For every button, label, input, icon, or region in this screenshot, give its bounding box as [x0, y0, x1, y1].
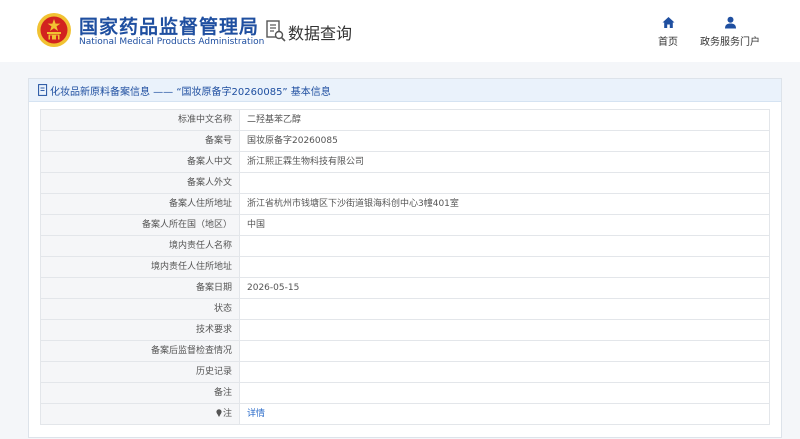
record-panel: 化妆品新原料备案信息 —— “国妆原备字20260085” 基本信息 标准中文名…: [28, 78, 782, 438]
home-icon: [662, 17, 674, 28]
table-row: 标准中文名称 二羟基苯乙醇: [40, 109, 770, 131]
site-header: 国家药品监督管理局 National Medical Products Admi…: [0, 0, 800, 62]
field-label: 备案人外文: [40, 172, 240, 194]
field-label: 备案人所在国（地区）: [40, 214, 240, 236]
field-value: 国妆原备字20260085: [239, 130, 770, 152]
pin-icon: [216, 409, 222, 417]
nav-home-label: 首页: [658, 37, 678, 48]
field-label: 备案号: [40, 130, 240, 152]
field-label: 境内责任人住所地址: [40, 256, 240, 278]
field-label: 备注: [40, 382, 240, 404]
logo-title-en: National Medical Products Administration: [79, 37, 265, 47]
field-value: [239, 319, 770, 341]
note-value-cell: 详情: [239, 403, 770, 425]
field-value: [239, 235, 770, 257]
field-value: [239, 382, 770, 404]
field-label: 历史记录: [40, 361, 240, 383]
logo-title-cn: 国家药品监督管理局: [79, 16, 260, 38]
nav-portal-link[interactable]: 政务服务门户: [700, 16, 760, 48]
section-title: 数据查询: [288, 24, 353, 43]
table-row: 备案人中文 浙江熙正霖生物科技有限公司: [40, 151, 770, 173]
field-label: 备案日期: [40, 277, 240, 299]
note-label: 注: [222, 409, 232, 419]
field-label: 境内责任人名称: [40, 235, 240, 257]
field-label: 备案后监督检查情况: [40, 340, 240, 362]
panel-title: 化妆品新原料备案信息 —— “国妆原备字20260085” 基本信息: [50, 87, 331, 98]
field-label: 技术要求: [40, 319, 240, 341]
table-row: 备案后监督检查情况: [40, 340, 770, 362]
table-row: 状态: [40, 298, 770, 320]
field-value: [239, 298, 770, 320]
field-label: 状态: [40, 298, 240, 320]
panel-title-bar: 化妆品新原料备案信息 —— “国妆原备字20260085” 基本信息: [29, 79, 781, 102]
table-row: 技术要求: [40, 319, 770, 341]
note-label-cell: 注: [40, 403, 240, 425]
table-row: 备案日期 2026-05-15: [40, 277, 770, 299]
table-row: 备案人外文: [40, 172, 770, 194]
nav-home-link[interactable]: 首页: [652, 16, 684, 48]
table-row-note: 注 详情: [40, 403, 770, 425]
table-row: 历史记录: [40, 361, 770, 383]
field-value: 浙江熙正霖生物科技有限公司: [239, 151, 770, 173]
field-value: [239, 340, 770, 362]
user-icon: [724, 16, 736, 29]
field-value: 中国: [239, 214, 770, 236]
table-row: 备案人所在国（地区） 中国: [40, 214, 770, 236]
field-label: 备案人住所地址: [40, 193, 240, 215]
field-value: 二羟基苯乙醇: [239, 109, 770, 131]
field-label: 标准中文名称: [40, 109, 240, 131]
field-value: [239, 256, 770, 278]
field-value: [239, 361, 770, 383]
national-emblem-icon: [37, 13, 71, 47]
table-row: 境内责任人名称: [40, 235, 770, 257]
table-row: 备注: [40, 382, 770, 404]
details-link[interactable]: 详情: [247, 409, 265, 419]
nav-portal-label: 政务服务门户: [700, 37, 760, 48]
field-value: 2026-05-15: [239, 277, 770, 299]
table-row: 备案号 国妆原备字20260085: [40, 130, 770, 152]
field-value: 浙江省杭州市钱塘区下沙街道银海科创中心3幢401室: [239, 193, 770, 215]
table-row: 备案人住所地址 浙江省杭州市钱塘区下沙街道银海科创中心3幢401室: [40, 193, 770, 215]
document-edit-icon: [38, 84, 48, 96]
table-row: 境内责任人住所地址: [40, 256, 770, 278]
data-query-icon: [266, 20, 286, 42]
field-label: 备案人中文: [40, 151, 240, 173]
field-value: [239, 172, 770, 194]
record-info-table: 标准中文名称 二羟基苯乙醇 备案号 国妆原备字20260085 备案人中文 浙江熙正霖…: [40, 109, 770, 425]
